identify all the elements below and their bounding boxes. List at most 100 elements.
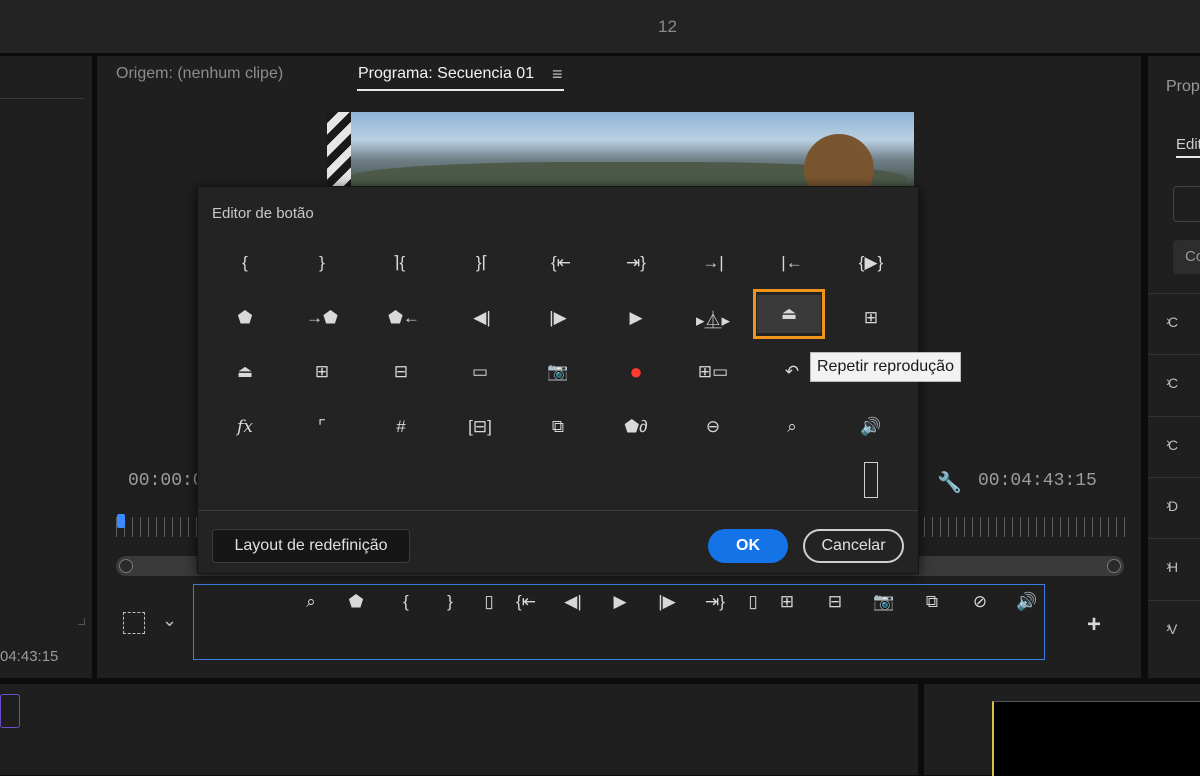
timeline-preview bbox=[992, 701, 1200, 776]
loop-playback-icon-inner: ⏏ bbox=[757, 295, 821, 333]
clear-out-icon[interactable]: }⌈ bbox=[456, 245, 508, 281]
record-icon[interactable]: ● bbox=[610, 354, 662, 390]
chevron-right-icon[interactable]: › bbox=[1166, 619, 1171, 635]
rotate-icon[interactable]: ⊖ bbox=[687, 409, 739, 445]
divider bbox=[0, 98, 84, 99]
step-back-icon[interactable]: ◀| bbox=[558, 586, 588, 618]
section-4[interactable]: D bbox=[1148, 477, 1200, 538]
play-in-to-out-icon[interactable]: {▶} bbox=[845, 245, 897, 281]
add-marker-icon[interactable]: ⬟ bbox=[219, 300, 271, 336]
bottom-right-panel bbox=[924, 684, 1200, 776]
add-marker-icon[interactable]: ⬟ bbox=[341, 586, 371, 618]
go-to-prev-marker-icon[interactable]: ⬟← bbox=[378, 300, 430, 336]
overwrite-icon[interactable]: ⊟ bbox=[820, 586, 850, 618]
vr-toggle-icon[interactable]: ⊘ bbox=[965, 586, 995, 618]
export-frame-icon[interactable]: 📷 bbox=[532, 354, 584, 390]
panel-title[interactable]: Prop bbox=[1166, 78, 1200, 96]
volume-icon[interactable]: 🔊 bbox=[845, 409, 897, 445]
step-back-icon[interactable]: ◀| bbox=[456, 300, 508, 336]
top-bar: 12 bbox=[0, 0, 1200, 53]
chevron-right-icon[interactable]: › bbox=[1166, 312, 1171, 328]
reset-layout-button[interactable]: Layout de redefinição bbox=[212, 529, 410, 563]
spacer-icon[interactable]: ▯ bbox=[738, 586, 768, 618]
tab-source[interactable]: Origem: (nenhum clipe) bbox=[116, 65, 283, 83]
resize-handle[interactable] bbox=[78, 618, 85, 625]
go-to-out-icon[interactable]: ⇥} bbox=[610, 245, 662, 281]
section-3[interactable]: C bbox=[1148, 416, 1200, 477]
section-1[interactable]: C bbox=[1148, 293, 1200, 354]
volume-icon[interactable]: 🔊 bbox=[1012, 586, 1042, 618]
chevron-right-icon[interactable]: › bbox=[1166, 496, 1171, 512]
left-timecode: 04:43:15 bbox=[0, 648, 59, 665]
chevron-right-icon[interactable]: › bbox=[1166, 373, 1171, 389]
spacer-icon[interactable]: ▯ bbox=[474, 586, 504, 618]
mark-out-icon[interactable]: } bbox=[435, 586, 465, 618]
loop-playback-icon[interactable]: ⏏ bbox=[753, 289, 825, 339]
insert-icon[interactable]: ⊞ bbox=[772, 586, 802, 618]
selection-marquee-icon[interactable] bbox=[123, 612, 145, 634]
video-tree bbox=[804, 134, 874, 192]
mark-in-icon[interactable]: { bbox=[391, 586, 421, 618]
tab-edit-underline bbox=[1176, 156, 1200, 158]
tab-program[interactable]: Programa: Secuencia 01 bbox=[358, 65, 534, 83]
playhead-timecode[interactable]: 00:00:0 bbox=[128, 471, 204, 491]
properties-panel: Prop Edit Co C C C D H V bbox=[1148, 56, 1200, 678]
play-icon[interactable]: ▶ bbox=[610, 300, 662, 336]
scroll-right-handle[interactable] bbox=[1107, 559, 1121, 573]
workspace-counter: 12 bbox=[658, 17, 677, 36]
section-2[interactable]: C bbox=[1148, 354, 1200, 415]
chevron-down-icon[interactable]: ⌄ bbox=[162, 610, 177, 631]
effects-icon[interactable] bbox=[0, 694, 20, 728]
grid-icon[interactable]: # bbox=[375, 409, 427, 445]
scroll-left-handle[interactable] bbox=[119, 559, 133, 573]
video-stripes bbox=[327, 112, 351, 192]
zoom-to-fit-icon[interactable]: ⌕ bbox=[296, 586, 326, 618]
extract-icon[interactable]: ⊞ bbox=[296, 354, 348, 390]
lift-icon[interactable]: ⏏ bbox=[219, 354, 271, 390]
section-6[interactable]: V bbox=[1148, 600, 1200, 661]
properties-button[interactable]: Co bbox=[1173, 240, 1200, 274]
shuttle-icon[interactable]: ▸⏅▸ bbox=[687, 300, 739, 336]
vr-icon[interactable]: ⬟∂ bbox=[610, 409, 662, 445]
export-frame-icon[interactable]: 📷 bbox=[869, 586, 899, 618]
section-5[interactable]: H bbox=[1148, 538, 1200, 599]
chevron-right-icon[interactable]: › bbox=[1166, 557, 1171, 573]
go-to-in-icon[interactable]: {⇤ bbox=[535, 245, 587, 281]
mark-in-icon[interactable]: { bbox=[219, 245, 271, 281]
panel-menu-icon[interactable]: ≡ bbox=[552, 64, 563, 85]
clear-in-icon[interactable]: ⌉{ bbox=[373, 245, 425, 281]
safe-margins-icon[interactable]: ▭ bbox=[454, 354, 506, 390]
mark-out-icon[interactable]: } bbox=[296, 245, 348, 281]
go-to-out-icon[interactable]: ⇥} bbox=[700, 586, 730, 618]
multicam-icon[interactable]: ⊞▭ bbox=[687, 354, 739, 390]
toggle-proxies-icon[interactable]: ⧉ bbox=[917, 586, 947, 618]
fx-icon[interactable]: fx bbox=[219, 409, 271, 445]
tab-edit[interactable]: Edit bbox=[1176, 136, 1200, 153]
cancel-button[interactable]: Cancelar bbox=[803, 529, 904, 563]
step-forward-icon[interactable]: |▶ bbox=[652, 586, 682, 618]
wrench-icon[interactable]: 🔧 bbox=[937, 470, 962, 495]
overwrite-icon[interactable]: ⊟ bbox=[375, 354, 427, 390]
chevron-right-icon[interactable]: › bbox=[1166, 434, 1171, 450]
trim-icon[interactable]: ⌜ bbox=[296, 409, 348, 445]
dialog-title: Editor de botão bbox=[212, 205, 314, 222]
insert-icon[interactable]: ⊞ bbox=[845, 300, 897, 336]
ok-button[interactable]: OK bbox=[708, 529, 788, 563]
go-to-in-icon[interactable]: {⇤ bbox=[511, 586, 541, 618]
go-to-next-marker-icon[interactable]: →⬟ bbox=[296, 300, 348, 336]
zoom-to-fit-icon[interactable]: ⌕ bbox=[766, 409, 818, 445]
go-to-start-icon[interactable]: |← bbox=[766, 245, 818, 281]
toggle-proxies-icon[interactable]: ⧉ bbox=[532, 409, 584, 445]
layout-icon[interactable] bbox=[1173, 186, 1200, 222]
spacer-icon[interactable] bbox=[845, 462, 897, 498]
bottom-left-panel bbox=[0, 684, 918, 775]
tab-program-underline bbox=[357, 89, 564, 91]
play-icon[interactable]: ▶ bbox=[605, 586, 635, 618]
duration-timecode: 00:04:43:15 bbox=[978, 471, 1097, 491]
comparison-view-icon[interactable]: [⊟] bbox=[454, 409, 506, 445]
step-forward-icon[interactable]: |▶ bbox=[532, 300, 584, 336]
go-to-end-icon[interactable]: →| bbox=[687, 245, 739, 281]
playhead[interactable] bbox=[117, 514, 125, 528]
add-button-icon[interactable]: + bbox=[1087, 611, 1101, 639]
program-video-frame bbox=[327, 112, 914, 192]
